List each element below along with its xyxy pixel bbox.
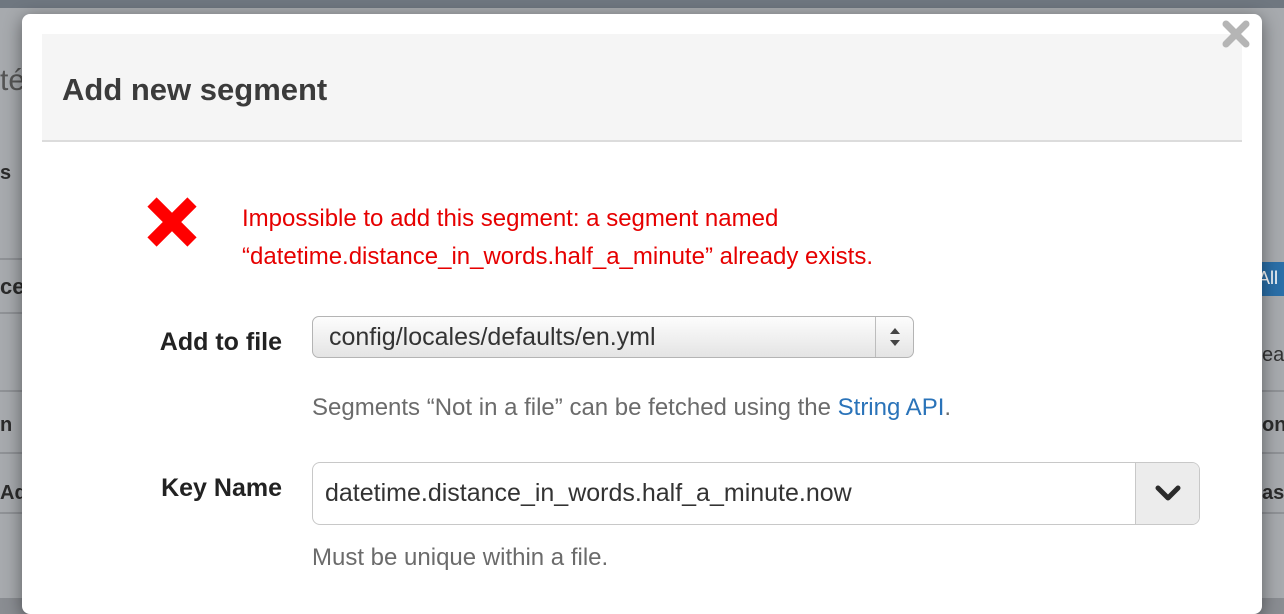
key-help-text: Must be unique within a file. bbox=[312, 544, 609, 571]
string-api-link[interactable]: String API bbox=[838, 394, 945, 421]
add-to-file-label: Add to file bbox=[159, 328, 282, 356]
background-divider bbox=[1262, 390, 1284, 392]
background-text: as bbox=[1262, 482, 1284, 504]
error-x-icon bbox=[144, 194, 200, 250]
background-divider bbox=[0, 312, 22, 314]
background-divider bbox=[1262, 452, 1284, 454]
chevron-down-icon bbox=[1155, 485, 1181, 501]
file-help-suffix: . bbox=[944, 394, 952, 421]
file-help-prefix: Segments “Not in a file” can be fetched … bbox=[312, 394, 838, 421]
file-select[interactable]: config/locales/defaults/en.yml bbox=[312, 316, 914, 358]
key-name-field bbox=[312, 462, 1200, 525]
modal-title: Add new segment bbox=[62, 72, 328, 107]
file-help-text: Segments “Not in a file” can be fetched … bbox=[312, 394, 951, 422]
background-divider bbox=[0, 258, 22, 260]
error-message: Impossible to add this segment: a segmen… bbox=[242, 200, 1042, 276]
background-text: n bbox=[0, 414, 13, 436]
key-name-input[interactable] bbox=[313, 463, 1135, 524]
modal-header: Add new segment bbox=[42, 34, 1242, 142]
key-name-label: Key Name bbox=[161, 474, 282, 502]
key-name-dropdown-button[interactable] bbox=[1135, 463, 1199, 524]
background-text: s bbox=[0, 162, 12, 184]
error-message-line: “datetime.distance_in_words.half_a_minut… bbox=[242, 243, 873, 270]
background-text: ear bbox=[1262, 344, 1284, 366]
error-message-line: Impossible to add this segment: a segmen… bbox=[242, 205, 779, 232]
add-segment-modal: Add new segment Impossible to add this s… bbox=[22, 14, 1262, 614]
background-divider bbox=[0, 390, 22, 392]
background-divider bbox=[1262, 512, 1284, 514]
background-text: on bbox=[1262, 414, 1284, 436]
select-arrows-icon bbox=[875, 317, 913, 357]
background-text: ce bbox=[0, 274, 25, 299]
background-topbar bbox=[0, 0, 1284, 8]
file-select-value: config/locales/defaults/en.yml bbox=[329, 323, 656, 351]
background-divider bbox=[0, 452, 22, 454]
close-button[interactable] bbox=[1218, 18, 1254, 54]
close-icon bbox=[1222, 20, 1250, 48]
background-divider bbox=[0, 512, 22, 514]
